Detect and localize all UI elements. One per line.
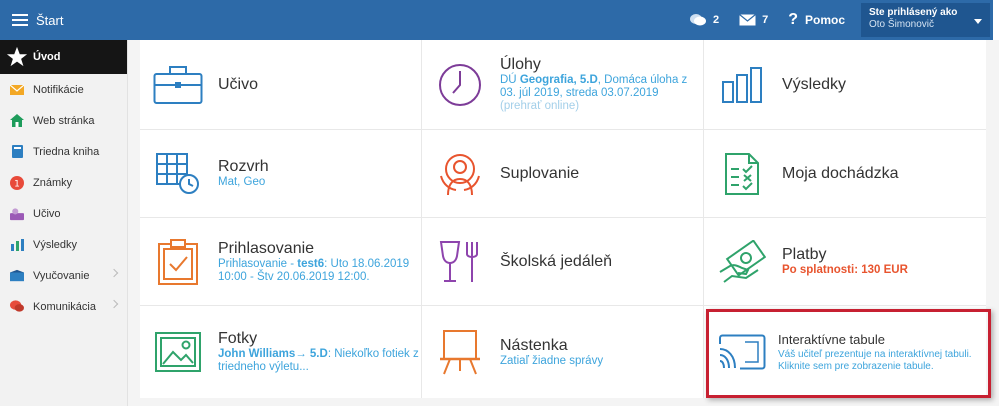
tile-prihlasovanie[interactable]: Prihlasovanie Prihlasovanie - test6: Uto… bbox=[140, 218, 422, 306]
star-icon bbox=[6, 46, 28, 68]
sidebar-item-notifikacie[interactable]: Notifikácie bbox=[0, 74, 127, 105]
question-mark-icon: ? bbox=[788, 11, 798, 28]
sidebar-item-label: Vyučovanie bbox=[33, 269, 90, 282]
mail-button[interactable]: 7 bbox=[739, 14, 768, 26]
tile-title: Školská jedáleň bbox=[500, 252, 613, 270]
mail-count: 7 bbox=[762, 14, 769, 26]
tile-subtitle-line1: Váš učiteľ prezentuje na interaktívnej t… bbox=[778, 349, 972, 360]
chat-icon bbox=[10, 300, 24, 314]
sidebar-item-label: Web stránka bbox=[33, 114, 95, 127]
sidebar-item-label: Komunikácia bbox=[33, 300, 96, 313]
menu-button[interactable] bbox=[0, 0, 40, 40]
tile-title: Interaktívne tabule bbox=[778, 332, 885, 347]
sidebar-item-komunikacia[interactable]: Komunikácia bbox=[0, 291, 127, 322]
bars-icon bbox=[10, 238, 24, 252]
clock-icon bbox=[434, 59, 486, 111]
tile-interaktivne-tabule[interactable]: Interaktívne tabule Váš učiteľ prezentuj… bbox=[704, 306, 986, 398]
money-hand-icon bbox=[716, 236, 768, 288]
main-area: Učivo Úlohy DÚ Geografia, 5.D, Domáca úl… bbox=[128, 40, 999, 406]
tile-title: Platby bbox=[782, 246, 827, 263]
tile-title: Rozvrh bbox=[218, 158, 269, 175]
messages-count: 2 bbox=[712, 14, 720, 26]
user-menu[interactable]: Ste prihlásený ako Oto Šimonovič bbox=[861, 3, 990, 37]
cutlery-glass-icon bbox=[434, 236, 486, 288]
timetable-icon bbox=[152, 148, 204, 200]
sidebar-item-label: Výsledky bbox=[33, 238, 78, 251]
mail-icon bbox=[739, 14, 756, 26]
tile-subtitle-line2: Kliknite sem pre zobrazenie tabule. bbox=[778, 361, 934, 372]
tile-vysledky[interactable]: Výsledky bbox=[704, 40, 986, 130]
help-label: Pomoc bbox=[804, 13, 845, 27]
tile-title: Výsledky bbox=[782, 75, 847, 93]
sidebar-item-label: Učivo bbox=[33, 207, 61, 220]
easel-icon bbox=[434, 326, 486, 378]
picture-icon bbox=[152, 326, 204, 378]
envelope-icon bbox=[10, 83, 24, 97]
chevron-right-icon bbox=[109, 299, 119, 309]
tile-suplovanie[interactable]: Suplovanie bbox=[422, 130, 704, 218]
tile-title: Fotky bbox=[218, 330, 258, 347]
sidebar-item-znamky[interactable]: 1 Známky bbox=[0, 167, 127, 198]
sidebar-item-web-stranka[interactable]: Web stránka bbox=[0, 105, 127, 136]
tile-ulohy[interactable]: Úlohy DÚ Geografia, 5.D, Domáca úloha z … bbox=[422, 40, 704, 130]
user-label: Ste prihlásený ako bbox=[869, 7, 958, 18]
cast-screen-icon bbox=[716, 326, 768, 378]
messages-button[interactable]: 2 bbox=[689, 13, 719, 27]
tile-subtitle: Mat, Geo bbox=[218, 176, 266, 188]
help-button[interactable]: ? Pomoc bbox=[788, 11, 845, 29]
substitute-person-icon bbox=[434, 148, 486, 200]
tile-ucivo[interactable]: Učivo bbox=[140, 40, 422, 130]
chat-bubbles-icon bbox=[689, 14, 706, 26]
tile-subtitle: John Williams→ 5.D: Niekoľko fotiek z tr… bbox=[218, 348, 419, 373]
tile-subtitle: Po splatnosti: 130 EUR bbox=[782, 264, 908, 276]
tile-title: Úlohy bbox=[500, 56, 541, 73]
user-name: Oto Šimonovič bbox=[869, 19, 935, 30]
svg-text:1: 1 bbox=[14, 179, 20, 189]
house-icon bbox=[10, 114, 24, 128]
sidebar-item-ucivo[interactable]: Učivo bbox=[0, 198, 127, 229]
chevron-right-icon bbox=[109, 268, 119, 278]
top-bar: Štart 2 7 ? Pomoc Ste prihlásený ako Oto… bbox=[0, 0, 993, 40]
attendance-icon bbox=[716, 148, 768, 200]
sidebar-item-vyucovanie[interactable]: Vyučovanie bbox=[0, 260, 127, 291]
play-online-link[interactable]: (prehrať online) bbox=[500, 100, 703, 113]
tile-title: Nástenka bbox=[500, 336, 568, 354]
lesson-icon bbox=[10, 207, 24, 221]
tile-nastenka[interactable]: Nástenka Zatiaľ žiadne správy bbox=[422, 306, 704, 398]
hamburger-icon bbox=[12, 14, 28, 26]
tile-fotky[interactable]: Fotky John Williams→ 5.D: Niekoľko fotie… bbox=[140, 306, 422, 398]
sidebar-item-vysledky[interactable]: Výsledky bbox=[0, 229, 127, 260]
app-title[interactable]: Štart bbox=[36, 13, 63, 28]
caret-down-icon bbox=[974, 19, 982, 24]
tile-subtitle: Zatiaľ žiadne správy bbox=[500, 354, 604, 367]
tile-subtitle: Prihlasovanie - test6: Uto 18.06.2019 10… bbox=[218, 257, 410, 283]
sidebar-item-label: Úvod bbox=[33, 51, 61, 63]
sidebar: Úvod Notifikácie Web stránka Triedna kni… bbox=[0, 40, 128, 406]
grade-icon: 1 bbox=[10, 175, 24, 190]
teaching-icon bbox=[10, 269, 24, 283]
tile-title: Moja dochádzka bbox=[782, 164, 899, 182]
tile-title: Učivo bbox=[218, 75, 259, 93]
tile-dochadzka[interactable]: Moja dochádzka bbox=[704, 130, 986, 218]
dashboard-grid: Učivo Úlohy DÚ Geografia, 5.D, Domáca úl… bbox=[140, 40, 986, 398]
bar-chart-icon bbox=[716, 59, 768, 111]
sidebar-item-label: Známky bbox=[33, 176, 73, 189]
tile-subtitle: DÚ Geografia, 5.D, Domáca úloha z 03. jú… bbox=[500, 74, 688, 99]
clipboard-check-icon bbox=[152, 236, 204, 288]
sidebar-item-label: Triedna kniha bbox=[33, 145, 100, 158]
tile-platby[interactable]: Platby Po splatnosti: 130 EUR bbox=[704, 218, 986, 306]
tile-title: Suplovanie bbox=[500, 164, 580, 182]
tile-rozvrh[interactable]: Rozvrh Mat, Geo bbox=[140, 130, 422, 218]
book-icon bbox=[10, 145, 24, 159]
sidebar-item-uvod[interactable]: Úvod bbox=[0, 40, 127, 74]
sidebar-item-label: Notifikácie bbox=[33, 83, 84, 96]
sidebar-item-triedna-kniha[interactable]: Triedna kniha bbox=[0, 136, 127, 167]
briefcase-icon bbox=[152, 59, 204, 111]
tile-title: Prihlasovanie bbox=[218, 239, 315, 257]
tile-jedalen[interactable]: Školská jedáleň bbox=[422, 218, 704, 306]
